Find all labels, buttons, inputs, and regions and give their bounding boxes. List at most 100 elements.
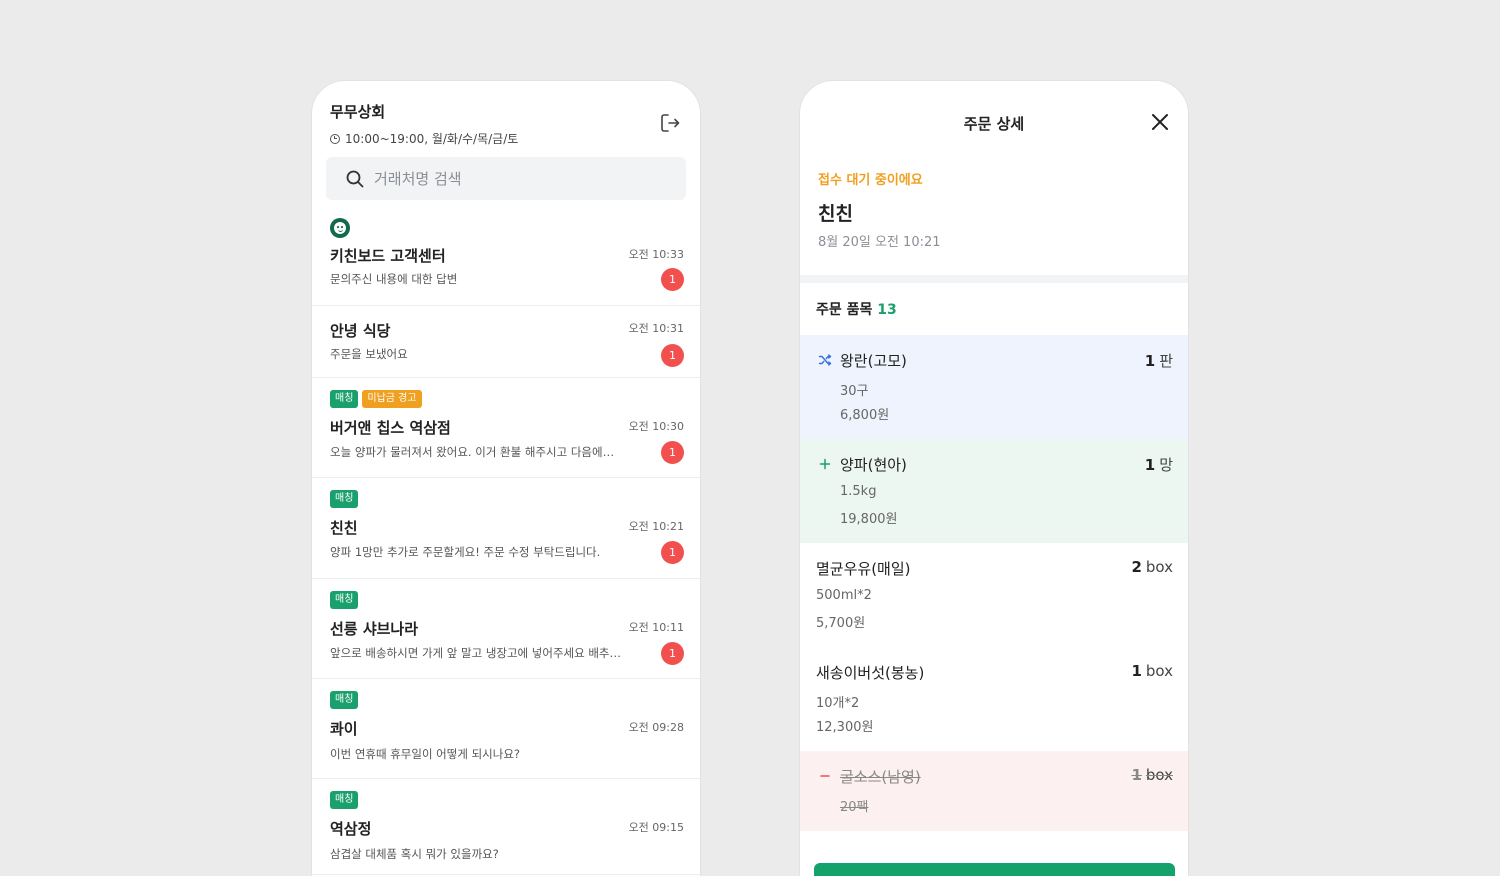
item-name: 왕란(고모) xyxy=(840,352,907,370)
item-qty-unit: box xyxy=(1145,766,1173,784)
chat-preview: 주문을 보냈어요 xyxy=(330,347,408,361)
item-qty-unit: box xyxy=(1145,558,1173,576)
item-name: 굴소스(남영) xyxy=(840,768,921,786)
chat-preview: 양파 1망만 추가로 주문할게요! 주문 수정 부탁드립니다. xyxy=(330,545,601,559)
chat-list-item[interactable]: 안녕 식당 주문을 보냈어요 오전 10:31 1 xyxy=(312,306,700,378)
item-quantity: 2 box xyxy=(1131,558,1173,576)
chat-list-screen: 무무상회 10:00~19:00, 월/화/수/목/금/토 키친보드 고객센터 … xyxy=(311,80,701,876)
item-quantity: 1판 xyxy=(1145,350,1173,371)
order-item-row[interactable]: 왕란(고모) 30구 6,800원 1판 xyxy=(800,335,1188,439)
chat-time: 오전 09:15 xyxy=(628,821,684,834)
bot-avatar-icon xyxy=(330,218,350,238)
item-qty-unit: 망 xyxy=(1159,456,1173,474)
chat-list-item[interactable]: 매칭 역삼정 삼겹살 대체품 혹시 뭐가 있을까요? 오전 09:15 xyxy=(312,779,700,875)
order-items-label: 주문 품목 xyxy=(816,302,873,318)
minus-icon xyxy=(820,775,830,777)
chat-tags: 매칭 미납금 경고 xyxy=(330,390,422,408)
chat-list-item[interactable]: 매칭 친친 양파 1망만 추가로 주문할게요! 주문 수정 부탁드립니다. 오전… xyxy=(312,478,700,579)
order-item-row[interactable]: 새송이버섯(봉농) 10개*2 12,300원 1 box xyxy=(800,647,1188,751)
item-name: 새송이버섯(봉농) xyxy=(816,664,925,682)
chat-name: 키친보드 고객센터 xyxy=(330,247,446,265)
unread-badge: 1 xyxy=(661,344,684,367)
chat-time: 오전 09:28 xyxy=(628,721,684,734)
order-date: 8월 20일 오전 10:21 xyxy=(818,235,941,250)
item-spec: 500ml*2 xyxy=(816,588,872,603)
chat-time: 오전 10:33 xyxy=(628,248,684,261)
item-name: 멸균우유(매일) xyxy=(816,560,911,578)
close-button[interactable] xyxy=(1150,112,1170,132)
plus-icon xyxy=(819,458,831,470)
item-quantity: 1 box xyxy=(1131,662,1173,680)
overdue-warning-tag: 미납금 경고 xyxy=(362,390,422,408)
item-name: 양파(현아) xyxy=(840,456,907,474)
store-name: 무무상회 xyxy=(330,103,386,121)
chat-name: 콰이 xyxy=(330,720,358,738)
item-qty-value: 1 xyxy=(1144,352,1156,370)
chat-name: 친친 xyxy=(330,519,358,537)
chat-list-item[interactable]: 매칭 미납금 경고 버거앤 칩스 역삼점 오늘 양파가 물러져서 왔어요. 이거… xyxy=(312,378,700,478)
shuffle-icon xyxy=(818,354,832,366)
chat-list-item[interactable]: 키친보드 고객센터 문의주신 내용에 대한 답변 오전 10:33 1 xyxy=(312,209,700,306)
chat-preview: 이번 연휴때 휴무일이 어떻게 되시나요? xyxy=(330,747,521,761)
unread-badge: 1 xyxy=(661,268,684,291)
chat-tags: 매칭 xyxy=(330,691,359,709)
customer-name: 친친 xyxy=(818,203,853,225)
clock-icon xyxy=(330,133,340,144)
chat-preview: 오늘 양파가 물러져서 왔어요. 이거 환불 해주시고 다음에는 더 좋은 걸로… xyxy=(330,445,622,459)
close-icon xyxy=(1152,114,1168,130)
unread-badge: 1 xyxy=(661,541,684,564)
chat-tags: 매칭 xyxy=(330,791,359,809)
item-spec: 30구 xyxy=(840,384,869,399)
chat-name: 안녕 식당 xyxy=(330,322,391,340)
chat-name: 버거앤 칩스 역삼점 xyxy=(330,419,451,437)
chat-list-item[interactable]: 매칭 선릉 샤브나라 앞으로 배송하시면 가게 앞 말고 냉장고에 넣어주세요 … xyxy=(312,579,700,679)
item-price: 6,800원 xyxy=(840,408,890,423)
chat-list-item[interactable]: 매칭 콰이 이번 연휴때 휴무일이 어떻게 되시나요? 오전 09:28 xyxy=(312,679,700,779)
unread-badge: 1 xyxy=(661,441,684,464)
item-qty-unit: 판 xyxy=(1159,352,1173,370)
match-tag: 매칭 xyxy=(330,390,359,408)
item-quantity: 1 box xyxy=(1131,766,1173,784)
search-icon xyxy=(346,170,364,187)
unread-badge: 1 xyxy=(661,642,684,665)
logout-button[interactable] xyxy=(658,111,682,135)
match-tag: 매칭 xyxy=(330,490,359,508)
item-price: 12,300원 xyxy=(816,720,874,735)
item-qty-value: 1 xyxy=(1144,456,1156,474)
accept-order-button[interactable] xyxy=(814,863,1175,876)
chat-preview: 문의주신 내용에 대한 답변 xyxy=(330,272,458,286)
store-hours-text: 10:00~19:00, 월/화/수/목/금/토 xyxy=(345,132,519,146)
chat-time: 오전 10:31 xyxy=(628,322,684,335)
item-qty-value: 1 xyxy=(1131,766,1142,784)
order-items-heading: 주문 품목 13 xyxy=(816,299,897,319)
chat-preview: 앞으로 배송하시면 가게 앞 말고 냉장고에 넣어주세요 배추랑 양파 xyxy=(330,646,622,660)
order-detail-screen: 주문 상세 접수 대기 중이에요 친친 8월 20일 오전 10:21 주문 품… xyxy=(799,80,1189,876)
order-item-row[interactable]: 양파(현아) 1.5kg 19,800원 1망 xyxy=(800,439,1188,543)
chat-time: 오전 10:30 xyxy=(628,420,684,433)
order-item-row[interactable]: 굴소스(남영) 20팩 1 box xyxy=(800,751,1188,831)
order-items-count: 13 xyxy=(877,302,897,318)
section-divider xyxy=(800,275,1188,283)
search-input[interactable] xyxy=(374,169,664,188)
item-price: 5,700원 xyxy=(816,616,866,631)
chat-time: 오전 10:21 xyxy=(628,520,684,533)
match-tag: 매칭 xyxy=(330,791,359,809)
match-tag: 매칭 xyxy=(330,691,359,709)
chat-name: 선릉 샤브나라 xyxy=(330,620,419,638)
chat-time: 오전 10:11 xyxy=(628,621,684,634)
item-qty-value: 1 xyxy=(1131,662,1142,680)
chat-tags: 매칭 xyxy=(330,591,359,609)
item-qty-value: 2 xyxy=(1131,558,1142,576)
item-quantity: 1망 xyxy=(1145,454,1173,475)
chat-preview: 삼겹살 대체품 혹시 뭐가 있을까요? xyxy=(330,847,499,861)
order-status-text: 접수 대기 중이에요 xyxy=(818,173,923,188)
item-price: 19,800원 xyxy=(840,512,898,527)
store-header: 무무상회 10:00~19:00, 월/화/수/목/금/토 xyxy=(330,101,682,149)
item-spec: 20팩 xyxy=(840,800,869,815)
order-item-row[interactable]: 멸균우유(매일) 500ml*2 5,700원 2 box xyxy=(800,543,1188,647)
match-tag: 매칭 xyxy=(330,591,359,609)
chat-name: 역삼정 xyxy=(330,820,372,838)
item-qty-unit: box xyxy=(1145,662,1173,680)
search-bar[interactable] xyxy=(326,157,686,200)
logout-icon xyxy=(661,114,680,132)
